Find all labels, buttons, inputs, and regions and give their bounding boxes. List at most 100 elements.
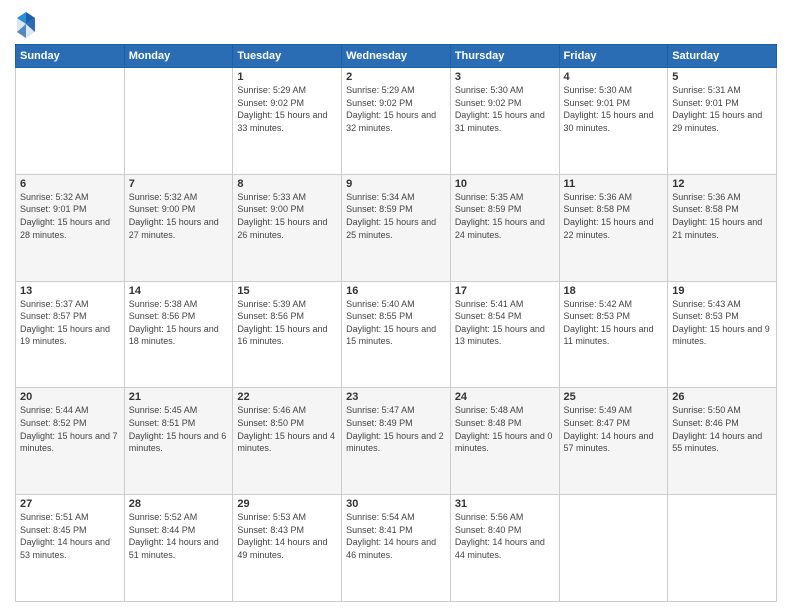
day-number: 16 — [346, 285, 446, 297]
day-number: 15 — [237, 285, 337, 297]
logo-icon — [15, 10, 37, 38]
day-detail: Sunrise: 5:42 AMSunset: 8:53 PMDaylight:… — [564, 298, 664, 348]
calendar-header-row: SundayMondayTuesdayWednesdayThursdayFrid… — [16, 45, 777, 68]
day-number: 8 — [237, 178, 337, 190]
day-detail: Sunrise: 5:49 AMSunset: 8:47 PMDaylight:… — [564, 404, 664, 454]
day-number: 25 — [564, 391, 664, 403]
calendar-cell: 2 Sunrise: 5:29 AMSunset: 9:02 PMDayligh… — [342, 68, 451, 175]
calendar-cell: 7 Sunrise: 5:32 AMSunset: 9:00 PMDayligh… — [124, 174, 233, 281]
day-number: 29 — [237, 498, 337, 510]
day-number: 17 — [455, 285, 555, 297]
day-detail: Sunrise: 5:51 AMSunset: 8:45 PMDaylight:… — [20, 511, 120, 561]
calendar-cell: 15 Sunrise: 5:39 AMSunset: 8:56 PMDaylig… — [233, 281, 342, 388]
day-detail: Sunrise: 5:32 AMSunset: 9:01 PMDaylight:… — [20, 191, 120, 241]
calendar-cell: 16 Sunrise: 5:40 AMSunset: 8:55 PMDaylig… — [342, 281, 451, 388]
day-detail: Sunrise: 5:43 AMSunset: 8:53 PMDaylight:… — [672, 298, 772, 348]
day-detail: Sunrise: 5:36 AMSunset: 8:58 PMDaylight:… — [672, 191, 772, 241]
day-number: 1 — [237, 71, 337, 83]
calendar-cell: 8 Sunrise: 5:33 AMSunset: 9:00 PMDayligh… — [233, 174, 342, 281]
day-number: 13 — [20, 285, 120, 297]
day-detail: Sunrise: 5:36 AMSunset: 8:58 PMDaylight:… — [564, 191, 664, 241]
calendar-cell: 13 Sunrise: 5:37 AMSunset: 8:57 PMDaylig… — [16, 281, 125, 388]
logo — [15, 10, 37, 38]
calendar-cell: 27 Sunrise: 5:51 AMSunset: 8:45 PMDaylig… — [16, 495, 125, 602]
header — [15, 10, 777, 38]
calendar-cell: 17 Sunrise: 5:41 AMSunset: 8:54 PMDaylig… — [450, 281, 559, 388]
day-number: 19 — [672, 285, 772, 297]
day-detail: Sunrise: 5:44 AMSunset: 8:52 PMDaylight:… — [20, 404, 120, 454]
day-number: 22 — [237, 391, 337, 403]
calendar-day-header: Sunday — [16, 45, 125, 68]
day-detail: Sunrise: 5:34 AMSunset: 8:59 PMDaylight:… — [346, 191, 446, 241]
day-number: 11 — [564, 178, 664, 190]
day-detail: Sunrise: 5:45 AMSunset: 8:51 PMDaylight:… — [129, 404, 229, 454]
day-detail: Sunrise: 5:54 AMSunset: 8:41 PMDaylight:… — [346, 511, 446, 561]
day-number: 14 — [129, 285, 229, 297]
day-detail: Sunrise: 5:46 AMSunset: 8:50 PMDaylight:… — [237, 404, 337, 454]
calendar-week-row: 13 Sunrise: 5:37 AMSunset: 8:57 PMDaylig… — [16, 281, 777, 388]
day-number: 26 — [672, 391, 772, 403]
calendar-cell: 11 Sunrise: 5:36 AMSunset: 8:58 PMDaylig… — [559, 174, 668, 281]
calendar-cell — [124, 68, 233, 175]
day-detail: Sunrise: 5:40 AMSunset: 8:55 PMDaylight:… — [346, 298, 446, 348]
calendar-week-row: 1 Sunrise: 5:29 AMSunset: 9:02 PMDayligh… — [16, 68, 777, 175]
calendar-day-header: Saturday — [668, 45, 777, 68]
calendar-cell: 29 Sunrise: 5:53 AMSunset: 8:43 PMDaylig… — [233, 495, 342, 602]
calendar-cell: 6 Sunrise: 5:32 AMSunset: 9:01 PMDayligh… — [16, 174, 125, 281]
day-detail: Sunrise: 5:33 AMSunset: 9:00 PMDaylight:… — [237, 191, 337, 241]
day-detail: Sunrise: 5:56 AMSunset: 8:40 PMDaylight:… — [455, 511, 555, 561]
day-detail: Sunrise: 5:35 AMSunset: 8:59 PMDaylight:… — [455, 191, 555, 241]
calendar-cell: 10 Sunrise: 5:35 AMSunset: 8:59 PMDaylig… — [450, 174, 559, 281]
day-detail: Sunrise: 5:37 AMSunset: 8:57 PMDaylight:… — [20, 298, 120, 348]
calendar-cell: 5 Sunrise: 5:31 AMSunset: 9:01 PMDayligh… — [668, 68, 777, 175]
day-number: 3 — [455, 71, 555, 83]
page-container: SundayMondayTuesdayWednesdayThursdayFrid… — [0, 0, 792, 612]
day-detail: Sunrise: 5:41 AMSunset: 8:54 PMDaylight:… — [455, 298, 555, 348]
calendar-cell: 3 Sunrise: 5:30 AMSunset: 9:02 PMDayligh… — [450, 68, 559, 175]
calendar-cell: 22 Sunrise: 5:46 AMSunset: 8:50 PMDaylig… — [233, 388, 342, 495]
day-detail: Sunrise: 5:29 AMSunset: 9:02 PMDaylight:… — [346, 84, 446, 134]
calendar-cell: 21 Sunrise: 5:45 AMSunset: 8:51 PMDaylig… — [124, 388, 233, 495]
day-detail: Sunrise: 5:50 AMSunset: 8:46 PMDaylight:… — [672, 404, 772, 454]
calendar-cell: 18 Sunrise: 5:42 AMSunset: 8:53 PMDaylig… — [559, 281, 668, 388]
day-number: 5 — [672, 71, 772, 83]
day-detail: Sunrise: 5:39 AMSunset: 8:56 PMDaylight:… — [237, 298, 337, 348]
calendar-cell — [668, 495, 777, 602]
day-number: 20 — [20, 391, 120, 403]
day-detail: Sunrise: 5:30 AMSunset: 9:01 PMDaylight:… — [564, 84, 664, 134]
calendar-cell: 25 Sunrise: 5:49 AMSunset: 8:47 PMDaylig… — [559, 388, 668, 495]
calendar-week-row: 27 Sunrise: 5:51 AMSunset: 8:45 PMDaylig… — [16, 495, 777, 602]
calendar-cell: 19 Sunrise: 5:43 AMSunset: 8:53 PMDaylig… — [668, 281, 777, 388]
calendar-cell: 14 Sunrise: 5:38 AMSunset: 8:56 PMDaylig… — [124, 281, 233, 388]
day-number: 2 — [346, 71, 446, 83]
calendar-cell: 1 Sunrise: 5:29 AMSunset: 9:02 PMDayligh… — [233, 68, 342, 175]
calendar-week-row: 6 Sunrise: 5:32 AMSunset: 9:01 PMDayligh… — [16, 174, 777, 281]
day-detail: Sunrise: 5:29 AMSunset: 9:02 PMDaylight:… — [237, 84, 337, 134]
calendar-cell: 30 Sunrise: 5:54 AMSunset: 8:41 PMDaylig… — [342, 495, 451, 602]
calendar-day-header: Thursday — [450, 45, 559, 68]
day-detail: Sunrise: 5:32 AMSunset: 9:00 PMDaylight:… — [129, 191, 229, 241]
day-number: 27 — [20, 498, 120, 510]
day-number: 28 — [129, 498, 229, 510]
calendar-day-header: Tuesday — [233, 45, 342, 68]
day-number: 24 — [455, 391, 555, 403]
calendar-cell — [559, 495, 668, 602]
day-detail: Sunrise: 5:53 AMSunset: 8:43 PMDaylight:… — [237, 511, 337, 561]
calendar-day-header: Friday — [559, 45, 668, 68]
calendar-cell: 12 Sunrise: 5:36 AMSunset: 8:58 PMDaylig… — [668, 174, 777, 281]
day-number: 30 — [346, 498, 446, 510]
calendar-cell: 4 Sunrise: 5:30 AMSunset: 9:01 PMDayligh… — [559, 68, 668, 175]
calendar-cell: 31 Sunrise: 5:56 AMSunset: 8:40 PMDaylig… — [450, 495, 559, 602]
day-number: 12 — [672, 178, 772, 190]
day-number: 18 — [564, 285, 664, 297]
day-detail: Sunrise: 5:48 AMSunset: 8:48 PMDaylight:… — [455, 404, 555, 454]
calendar-cell: 26 Sunrise: 5:50 AMSunset: 8:46 PMDaylig… — [668, 388, 777, 495]
day-detail: Sunrise: 5:38 AMSunset: 8:56 PMDaylight:… — [129, 298, 229, 348]
day-number: 23 — [346, 391, 446, 403]
day-detail: Sunrise: 5:47 AMSunset: 8:49 PMDaylight:… — [346, 404, 446, 454]
calendar-day-header: Monday — [124, 45, 233, 68]
calendar-week-row: 20 Sunrise: 5:44 AMSunset: 8:52 PMDaylig… — [16, 388, 777, 495]
calendar-cell: 9 Sunrise: 5:34 AMSunset: 8:59 PMDayligh… — [342, 174, 451, 281]
day-detail: Sunrise: 5:30 AMSunset: 9:02 PMDaylight:… — [455, 84, 555, 134]
day-number: 21 — [129, 391, 229, 403]
